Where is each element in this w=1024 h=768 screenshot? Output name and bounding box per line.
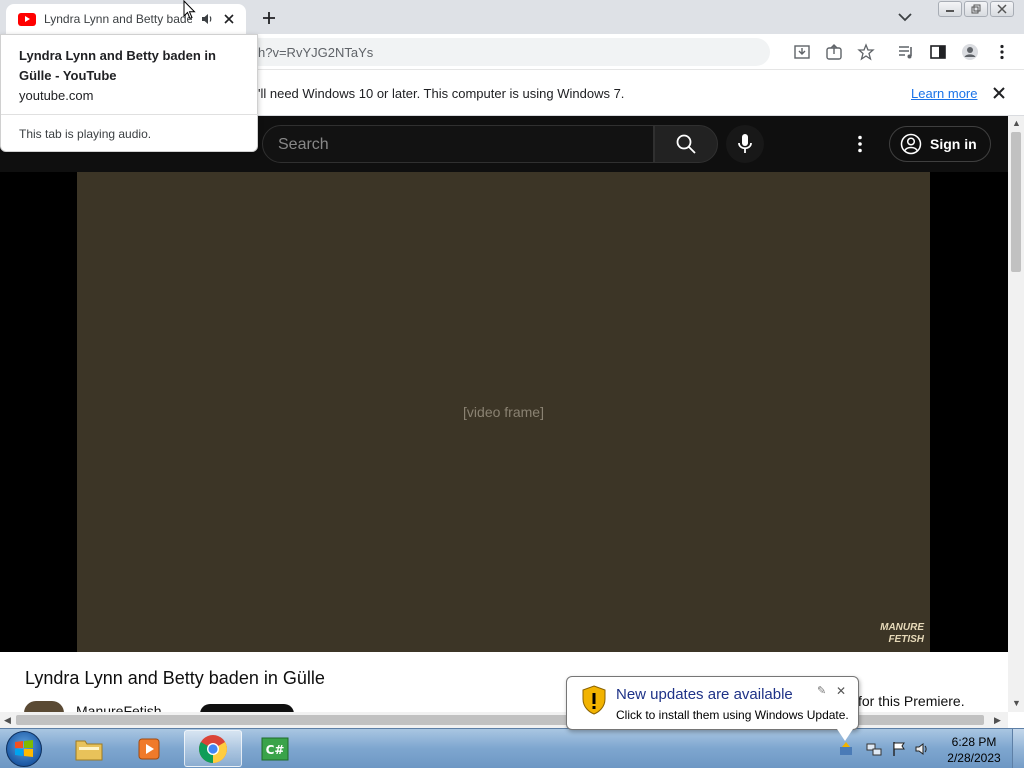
- taskbar-csharp-app[interactable]: C#: [246, 730, 304, 767]
- window-controls: [938, 1, 1014, 17]
- account-icon: [900, 133, 922, 155]
- taskbar-chrome[interactable]: [184, 730, 242, 767]
- notification-title: New updates are available: [616, 686, 793, 703]
- restore-button[interactable]: [964, 1, 988, 17]
- media-control-icon[interactable]: [897, 43, 915, 61]
- video-content-placeholder: [video frame]: [463, 404, 544, 420]
- tab-strip: Lyndra Lynn and Betty bade: [0, 0, 1024, 34]
- install-app-icon[interactable]: [793, 43, 811, 61]
- update-tray-icon[interactable]: [838, 741, 854, 757]
- video-frame[interactable]: [video frame] MANURE FETISH: [77, 172, 930, 652]
- balloon-tail: [837, 729, 853, 741]
- watermark-line-1: MANURE: [880, 622, 924, 633]
- svg-text:C#: C#: [266, 743, 285, 757]
- system-clock[interactable]: 6:28 PM 2/28/2023: [946, 734, 1002, 766]
- hover-card-title: Lyndra Lynn and Betty baden in Gülle - Y…: [19, 48, 216, 83]
- folder-icon: [75, 740, 103, 760]
- update-notification-balloon[interactable]: New updates are available Click to insta…: [566, 676, 859, 741]
- notification-subtitle: Click to install them using Windows Upda…: [616, 708, 849, 722]
- chrome-menu-icon[interactable]: [993, 43, 1011, 61]
- warning-shield-icon: [582, 685, 606, 715]
- taskbar-explorer[interactable]: [60, 730, 118, 767]
- show-desktop-button[interactable]: [1012, 729, 1024, 768]
- network-icon[interactable]: [866, 741, 882, 757]
- tab-search-chevron-icon[interactable]: [894, 8, 916, 26]
- mouse-cursor-icon: [183, 0, 196, 20]
- close-window-button[interactable]: [990, 1, 1014, 17]
- side-panel-icon[interactable]: [929, 43, 947, 61]
- speaker-icon[interactable]: [200, 12, 214, 26]
- hover-card-divider: [1, 114, 259, 115]
- learn-more-link[interactable]: Learn more: [911, 86, 977, 101]
- share-icon[interactable]: [825, 43, 843, 61]
- infobar-message: 'll need Windows 10 or later. This compu…: [258, 86, 625, 101]
- tab-hover-card: Lyndra Lynn and Betty baden in Gülle - Y…: [0, 34, 259, 152]
- windows-logo-icon: [15, 740, 33, 757]
- youtube-favicon-icon: [18, 12, 36, 26]
- search-input[interactable]: Search: [262, 125, 654, 163]
- clock-time: 6:28 PM: [951, 735, 997, 749]
- scroll-up-arrow-icon[interactable]: ▲: [1012, 118, 1021, 128]
- premiere-text: for this Premiere.: [858, 693, 965, 709]
- minimize-button[interactable]: [938, 1, 962, 17]
- notification-close-icon[interactable]: ✕: [836, 684, 846, 698]
- hover-card-audio-status: This tab is playing audio.: [19, 127, 152, 141]
- search-button[interactable]: [654, 125, 718, 163]
- csharp-icon: C#: [261, 737, 289, 760]
- microphone-icon: [738, 134, 752, 153]
- sign-in-label: Sign in: [930, 136, 977, 152]
- hover-card-host: youtube.com: [19, 88, 94, 103]
- windows-taskbar: C# 6:28 PM 2/28/2023: [0, 728, 1024, 768]
- media-player-icon: [138, 738, 160, 759]
- pin-icon[interactable]: ✎: [817, 684, 826, 697]
- search-placeholder: Search: [278, 136, 329, 153]
- scroll-right-arrow-icon[interactable]: ▶: [994, 715, 1001, 726]
- profile-icon[interactable]: [961, 43, 979, 61]
- watermark-line-2: FETISH: [888, 634, 924, 645]
- clock-date: 2/28/2023: [947, 751, 1001, 765]
- video-player[interactable]: [video frame] MANURE FETISH: [0, 172, 1008, 652]
- chrome-logo-icon: [199, 734, 227, 763]
- search-icon: [676, 134, 696, 154]
- browser-tab[interactable]: Lyndra Lynn and Betty bade: [6, 4, 246, 34]
- video-title: Lyndra Lynn and Betty baden in Gülle: [25, 668, 325, 688]
- tab-title: Lyndra Lynn and Betty bade: [44, 12, 192, 26]
- start-button[interactable]: [6, 731, 42, 767]
- sign-in-button[interactable]: Sign in: [889, 126, 991, 162]
- infobar-close-icon[interactable]: [992, 86, 1006, 100]
- vertical-scroll-thumb[interactable]: [1011, 132, 1021, 272]
- tab-close-icon[interactable]: [222, 12, 236, 26]
- taskbar-media-player[interactable]: [120, 730, 178, 767]
- scroll-left-arrow-icon[interactable]: ◀: [4, 715, 11, 726]
- video-watermark: MANURE FETISH: [880, 622, 924, 646]
- action-center-flag-icon[interactable]: [891, 741, 907, 757]
- voice-search-button[interactable]: [726, 125, 764, 163]
- volume-icon[interactable]: [914, 741, 930, 757]
- more-options-icon[interactable]: [850, 134, 870, 154]
- scroll-down-arrow-icon[interactable]: ▼: [1012, 698, 1021, 708]
- url-text: h?v=RvYJG2NTaYs: [258, 45, 374, 60]
- vertical-scrollbar[interactable]: ▲ ▼: [1008, 116, 1024, 712]
- bookmark-star-icon[interactable]: [857, 43, 875, 61]
- new-tab-icon[interactable]: [258, 8, 280, 28]
